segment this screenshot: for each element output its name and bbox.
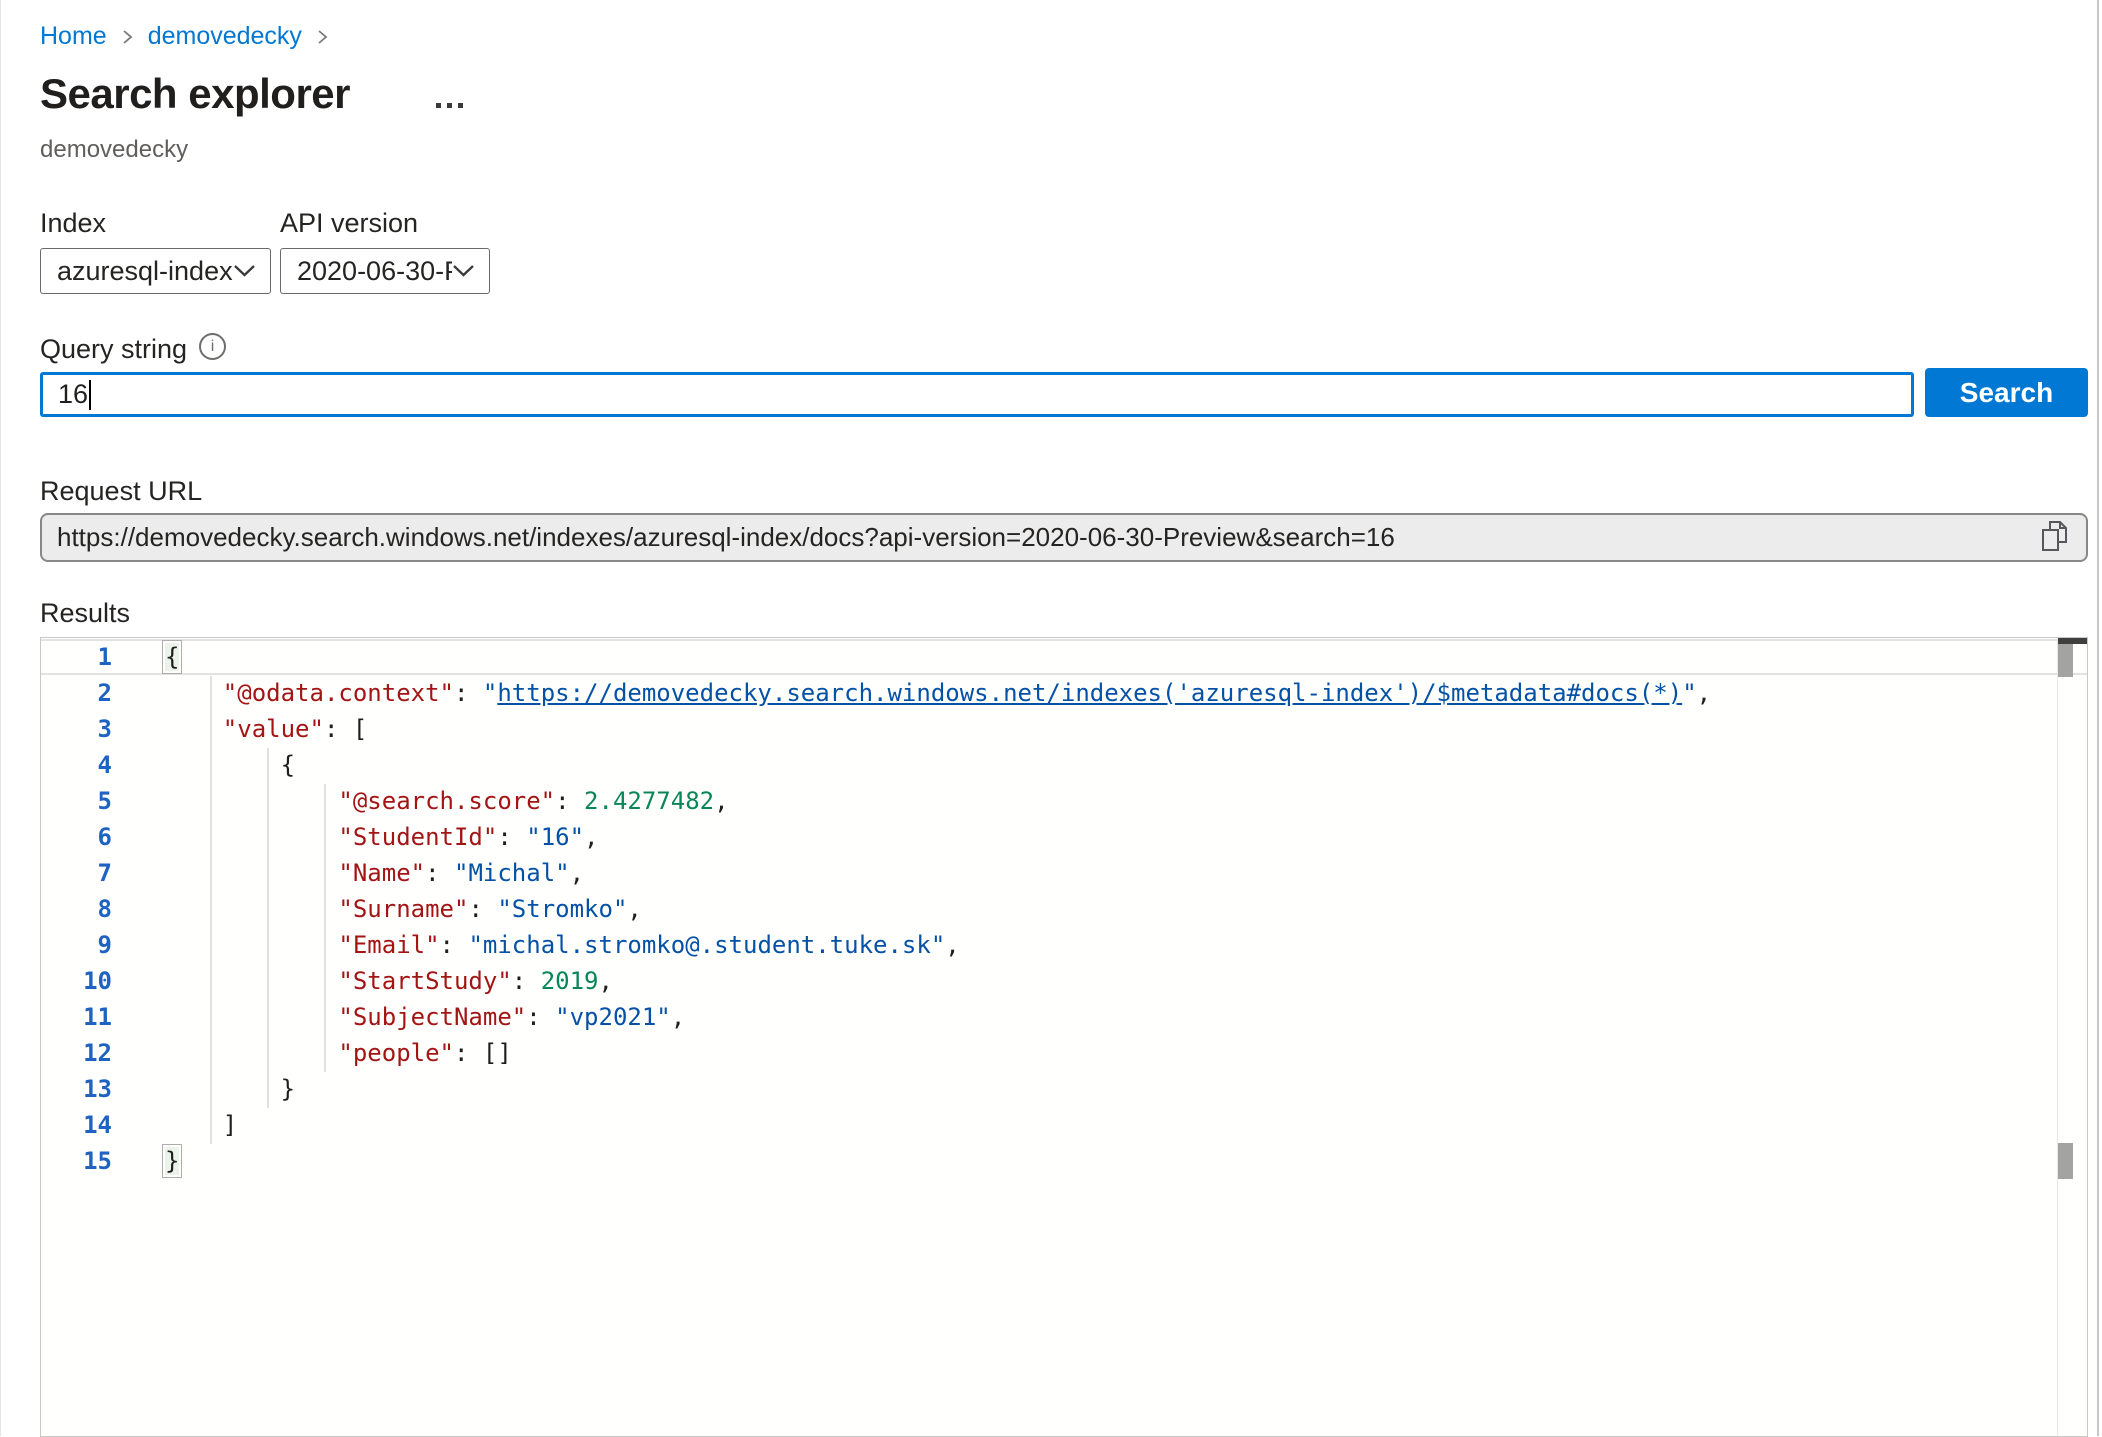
line-number[interactable]: 4	[41, 747, 112, 783]
line-number[interactable]: 5	[41, 783, 112, 819]
code-text: ]	[165, 1107, 237, 1143]
ellipsis-icon	[458, 103, 463, 108]
breadcrumb-home-link[interactable]: Home	[40, 22, 107, 51]
code-line[interactable]: 4 {	[41, 747, 2087, 783]
code-text: "@odata.context": "https://demovedecky.s…	[165, 675, 1711, 711]
code-line[interactable]: 14 ]	[41, 1107, 2087, 1143]
results-label: Results	[40, 598, 130, 629]
code-text: {	[165, 747, 295, 783]
code-text: "Email": "michal.stromko@.student.tuke.s…	[165, 927, 960, 963]
api-version-label: API version	[280, 208, 418, 239]
breadcrumb: Home demovedecky	[40, 22, 329, 51]
info-icon[interactable]: i	[199, 333, 226, 360]
pane-edge-left	[0, 0, 1, 1436]
code-text: "@search.score": 2.4277482,	[165, 783, 729, 819]
line-number[interactable]: 11	[41, 999, 112, 1035]
copy-button[interactable]	[2033, 520, 2086, 555]
search-button[interactable]: Search	[1925, 368, 2088, 417]
line-number[interactable]: 15	[41, 1143, 112, 1179]
code-line[interactable]: 12 "people": []	[41, 1035, 2087, 1071]
line-number[interactable]: 3	[41, 711, 112, 747]
line-number[interactable]: 2	[41, 675, 112, 711]
query-string-label: Query string	[40, 334, 187, 365]
request-url-value: https://demovedecky.search.windows.net/i…	[42, 522, 2033, 553]
more-actions-button[interactable]	[432, 99, 467, 112]
code-line[interactable]: 10 "StartStudy": 2019,	[41, 963, 2087, 999]
code-line[interactable]: 7 "Name": "Michal",	[41, 855, 2087, 891]
line-number[interactable]: 13	[41, 1071, 112, 1107]
ellipsis-icon	[436, 103, 441, 108]
code-text: {	[165, 641, 179, 673]
code-text: "people": []	[165, 1035, 512, 1071]
code-line[interactable]: 11 "SubjectName": "vp2021",	[41, 999, 2087, 1035]
overview-ruler-mark	[2058, 1143, 2073, 1179]
api-version-select[interactable]: 2020-06-30-Pre...	[280, 248, 490, 294]
chevron-right-icon	[316, 28, 329, 46]
code-line[interactable]: 15}	[41, 1143, 2087, 1179]
ellipsis-icon	[447, 103, 452, 108]
code-text: "StartStudy": 2019,	[165, 963, 613, 999]
code-text: "Surname": "Stromko",	[165, 891, 642, 927]
query-string-input[interactable]: 16	[40, 372, 1914, 417]
line-number[interactable]: 14	[41, 1107, 112, 1143]
line-number[interactable]: 9	[41, 927, 112, 963]
page-title: Search explorer	[40, 70, 350, 118]
line-number[interactable]: 12	[41, 1035, 112, 1071]
code-line[interactable]: 13 }	[41, 1071, 2087, 1107]
line-number[interactable]: 10	[41, 963, 112, 999]
code-area[interactable]: 1{2 "@odata.context": "https://demovedec…	[41, 639, 2087, 1179]
scrollbar-thumb[interactable]	[2058, 644, 2073, 677]
code-line[interactable]: 1{	[41, 639, 2087, 675]
index-select-value: azuresql-index	[41, 256, 233, 287]
pane-edge-right	[2097, 0, 2099, 1436]
code-line[interactable]: 3 "value": [	[41, 711, 2087, 747]
page-subtitle: demovedecky	[40, 136, 188, 164]
results-editor[interactable]: 1{2 "@odata.context": "https://demovedec…	[40, 637, 2088, 1437]
editor-scrollbar[interactable]	[2057, 638, 2087, 1436]
chevron-right-icon	[121, 28, 134, 46]
code-line[interactable]: 2 "@odata.context": "https://demovedecky…	[41, 675, 2087, 711]
code-text: }	[165, 1143, 179, 1179]
index-label: Index	[40, 208, 106, 239]
code-line[interactable]: 8 "Surname": "Stromko",	[41, 891, 2087, 927]
request-url-label: Request URL	[40, 476, 202, 507]
code-line[interactable]: 6 "StudentId": "16",	[41, 819, 2087, 855]
code-text: }	[165, 1071, 295, 1107]
code-line[interactable]: 9 "Email": "michal.stromko@.student.tuke…	[41, 927, 2087, 963]
index-select[interactable]: azuresql-index	[40, 248, 271, 294]
chevron-down-icon	[233, 264, 270, 278]
text-cursor	[89, 380, 91, 410]
chevron-down-icon	[452, 264, 489, 278]
line-number[interactable]: 7	[41, 855, 112, 891]
query-string-value: 16	[43, 379, 88, 410]
code-text: "value": [	[165, 711, 367, 747]
code-text: "Name": "Michal",	[165, 855, 584, 891]
copy-icon	[2041, 520, 2068, 555]
line-number[interactable]: 1	[41, 641, 112, 673]
code-line[interactable]: 5 "@search.score": 2.4277482,	[41, 783, 2087, 819]
code-text: "StudentId": "16",	[165, 819, 599, 855]
request-url-field[interactable]: https://demovedecky.search.windows.net/i…	[40, 513, 2088, 562]
line-number[interactable]: 6	[41, 819, 112, 855]
api-version-select-value: 2020-06-30-Pre...	[281, 256, 452, 287]
code-text: "SubjectName": "vp2021",	[165, 999, 685, 1035]
breadcrumb-demovedecky-link[interactable]: demovedecky	[148, 22, 302, 51]
line-number[interactable]: 8	[41, 891, 112, 927]
